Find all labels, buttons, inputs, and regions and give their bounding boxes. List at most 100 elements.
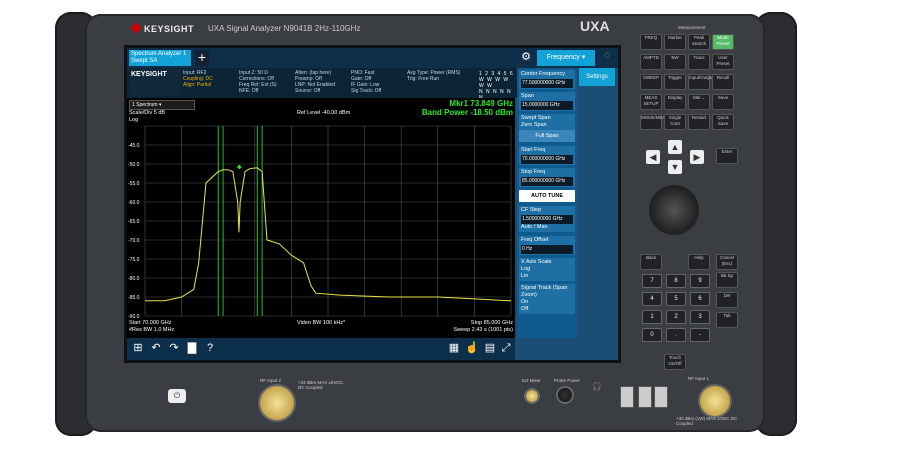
numpad-key-2[interactable]: 9 [690,274,710,288]
numpad-key-5[interactable]: 6 [690,292,710,306]
rf-input-2-note: +23 dBm MAX ±5VDC, DC Coupled [298,380,345,390]
hardkey-row2-2[interactable]: Trace [688,54,710,70]
hardkey-row1-1[interactable]: Marker [664,34,686,50]
usb-port-2[interactable] [638,386,652,408]
numpad-key-6[interactable]: 1 [642,310,662,324]
y-tick-label: -60.0 [128,200,140,206]
trace-indicator[interactable]: 1 2 3 4 5 6W W W W W WN N N N N N [479,71,517,101]
redo-icon[interactable]: ↷ [167,341,181,355]
softkey-freq-offset[interactable]: Freq Offset 0 Hz [519,236,575,255]
numpad-key-0[interactable]: 7 [642,274,662,288]
measurement-section-label: Measurement [678,25,706,30]
softkey-cf-step[interactable]: CF Step 1.500000000 GHz Auto / Man [519,206,575,232]
touch-icon[interactable]: ☝ [465,341,479,355]
softkey-center-freq[interactable]: Center Frequency 77.500000000 GHz [519,70,575,89]
arrow-down-key[interactable]: ▼ [668,160,682,174]
hardkey-row5-0[interactable]: MODE/MEAS [640,114,669,130]
y-tick-label: -80.0 [128,276,140,282]
add-tab-button[interactable]: + [195,50,209,66]
folder-icon[interactable]: ▇ [185,341,199,355]
grid-icon[interactable]: ▦ [447,341,461,355]
hardkey-row5-2[interactable]: Restart [688,114,710,130]
softkey-x-axis-scale[interactable]: X Axis Scale Log Lin [519,258,575,281]
front-panel-strip: ⏻ RF Input 2 +23 dBm MAX ±5VDC, DC Coupl… [98,372,748,428]
hardkey-row1-2[interactable]: Peak Search [688,34,710,50]
back-key[interactable]: Back [640,254,662,270]
hardkey-row3-1[interactable]: Trigger [664,74,686,90]
undo-icon[interactable]: ↶ [149,341,163,355]
usb-port-1[interactable] [620,386,634,408]
softkey-start-freq[interactable]: Start Freq 70.000000000 GHz [519,146,575,165]
info-col-3: Atten: (tap here) Preamp: Off LNP: Not Ena… [295,70,336,94]
softkey-swept-span[interactable]: Swept Span Zero Span [519,114,575,130]
hardkey-row2-3[interactable]: User Preset [712,54,734,70]
touch-key[interactable]: Touch On/Off [664,354,686,370]
y-tick-label: -75.0 [128,257,140,263]
tab-row: Spectrum Analyzer 1 Swept SA + ⚙ Frequenc… [127,48,618,68]
ext-mixer-label: Ext Mixer [522,378,541,383]
arrow-right-key[interactable]: ▶ [690,150,704,164]
windows-icon[interactable]: ⊞ [131,341,145,355]
delete-key[interactable]: Del [716,292,738,308]
headphone-icon: 🎧 [592,382,602,391]
usb-port-3[interactable] [654,386,668,408]
hardkey-row3-2[interactable]: Input/Output [688,74,714,90]
hardkey-row2-0[interactable]: AMPTD [640,54,662,70]
spectrum-status-icon[interactable]: ◌ [599,50,615,66]
rf-input-1-label: RF Input 1 [688,376,710,381]
spectrum-plot-area[interactable]: 1 Spectrum ▾ Scale/Div 5 dB Log Ref Leve… [127,98,515,360]
expand-icon[interactable]: ⤢ [499,341,513,355]
layout-icon[interactable]: ▤ [483,341,497,355]
softkey-signal-track[interactable]: Signal Track (Span Zoom) On Off [519,284,575,314]
rf-input-1-note: +30 dBm (1W) MAX ±VDC DC Coupled [676,416,738,426]
y-tick-label: -45.0 [128,143,140,149]
numpad-key-4[interactable]: 5 [666,292,686,306]
gear-icon[interactable]: ⚙ [519,50,533,66]
softkey-panel: Center Frequency 77.500000000 GHz Span 15.… [517,68,577,338]
hardkey-row4-2[interactable]: Mkr→ [688,94,710,110]
numpad-key-10[interactable]: . [666,328,686,342]
power-icon[interactable]: ⏻ [168,389,186,403]
y-tick-label: -50.0 [128,162,140,168]
enter-key[interactable]: Enter [716,148,738,164]
arrow-up-key[interactable]: ▲ [668,140,682,154]
backspace-key[interactable]: Bk Sp [716,272,738,288]
hardkey-row4-3[interactable]: Save [712,94,734,110]
numpad-key-9[interactable]: 0 [642,328,662,342]
help-icon[interactable]: ? [203,341,217,355]
hardkey-row4-1[interactable]: Display [664,94,686,110]
tab-settings[interactable]: Settings [579,68,615,86]
softkey-span[interactable]: Span 15.0000000 GHz [519,92,575,111]
hardkey-row1-3[interactable]: Mode Preset [712,34,734,50]
tab-key[interactable]: Tab [716,312,738,328]
stop-freq-label: Stop 85.000 GHz [470,320,513,326]
tab-spectrum-analyzer[interactable]: Spectrum Analyzer 1 Swept SA [129,50,191,66]
rf-input-1-connector [700,386,730,416]
hardkey-row1-0[interactable]: FREQ [640,34,662,50]
info-col-4: PNO: Fast Gate: Off IF Gain: Low Sig Track:… [351,70,382,94]
hardkey-row3-0[interactable]: SWEEP [640,74,662,90]
model-name: UXA Signal Analyzer N9041B 2Hz-110GHz [208,24,361,33]
cancel-key[interactable]: Cancel (Esc) [716,254,738,270]
hardkey-row5-3[interactable]: Quick Save [712,114,734,130]
numpad-key-1[interactable]: 8 [666,274,686,288]
numpad-key-11[interactable]: - [690,328,710,342]
hardkey-row5-1[interactable]: Single Cont [664,114,686,130]
rotary-knob[interactable] [652,188,696,232]
hardkey-row3-3[interactable]: Recall [712,74,734,90]
info-col-1: Input: RF2 Coupling: DC Align: Partial [183,70,213,88]
numpad-key-3[interactable]: 4 [642,292,662,306]
arrow-left-key[interactable]: ◀ [646,150,660,164]
auto-tune-button[interactable]: AUTO TUNE [519,190,575,202]
frequency-menu-button[interactable]: Frequency ▾ [537,50,595,66]
hardkey-row2-1[interactable]: BW [664,54,686,70]
numpad-key-8[interactable]: 3 [690,310,710,324]
help-key[interactable]: Help [688,254,710,270]
screen: Spectrum Analyzer 1 Swept SA + ⚙ Frequenc… [124,45,621,363]
hardkey-row4-0[interactable]: MEAS SETUP [640,94,662,110]
softkey-full-span[interactable]: Full Span [519,130,575,142]
numpad-key-7[interactable]: 2 [666,310,686,324]
bottom-toolbar: ⊞ ↶ ↷ ▇ ? ▦ ☝ ▤ ⤢ [127,338,515,360]
softkey-stop-freq[interactable]: Stop Freq 85.000000000 GHz [519,168,575,187]
measurement-info-bar[interactable]: KEYSIGHT Input: RF2 Coupling: DC Align: Pa… [127,68,517,101]
